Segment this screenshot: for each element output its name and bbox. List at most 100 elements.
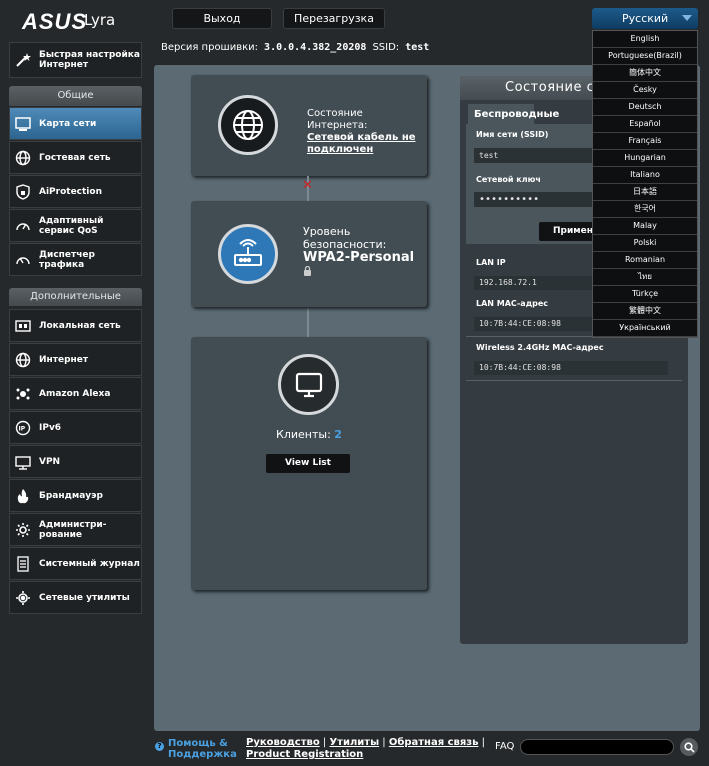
asus-logo: ASUS (22, 9, 88, 34)
ipv6-icon: IP (13, 418, 33, 438)
key-input[interactable]: •••••••••• (474, 192, 604, 207)
ssid-label: SSID: (372, 42, 400, 53)
lan-mac-label: LAN MAC-адрес (476, 299, 549, 308)
clients-card[interactable]: Клиенты: 2 View List (191, 337, 427, 590)
language-option[interactable]: Deutsch (593, 99, 697, 116)
faq-search-input[interactable] (520, 739, 674, 755)
svg-text:IP: IP (19, 425, 26, 432)
sidebar-item-label: Гостевая сеть (39, 152, 111, 163)
firmware-version: 3.0.0.4.382_20208 (264, 42, 367, 53)
footer-link-feedback[interactable]: Обратная связь (389, 737, 479, 748)
internet-status-card[interactable]: Состояние Интернета: Сетевой кабель не п… (191, 75, 427, 176)
sidebar-item-globe[interactable]: Гостевая сеть (9, 141, 142, 174)
key-field-label: Сетевой ключ (476, 175, 541, 184)
sidebar-item-label: Диспетчер трафика (39, 249, 95, 270)
search-button[interactable] (680, 738, 698, 756)
globe-icon (13, 350, 33, 370)
language-menu: English Portuguese(Brazil) 簡体中文 Česky Deutsc… (592, 30, 698, 338)
sidebar-item-label: Интернет (39, 354, 89, 365)
wand-icon (13, 50, 33, 70)
clients-count: 2 (334, 428, 342, 441)
security-label: Уровень безопасности: (303, 225, 387, 251)
sidebar-item-label: Администри-рование (39, 519, 107, 540)
sidebar-item-vpn[interactable]: VPN (9, 445, 142, 478)
sidebar-item-label: Amazon Alexa (39, 388, 111, 399)
sidebar-item-firewall[interactable]: Брандмауэр (9, 479, 142, 512)
wireless-mac-label: Wireless 2.4GHz MAC-адрес (476, 343, 604, 352)
sidebar-item-lan[interactable]: Локальная сеть (9, 309, 142, 342)
language-select[interactable]: Русский (592, 8, 698, 29)
help-line-2: Поддержка (168, 749, 237, 760)
sidebar-item-label: Брандмауэр (39, 490, 103, 501)
admin-icon (13, 520, 33, 540)
language-option[interactable]: Hungarian (593, 150, 697, 167)
firewall-icon (13, 486, 33, 506)
language-option[interactable]: ไทย (593, 269, 697, 286)
language-option[interactable]: English (593, 31, 697, 48)
logout-button[interactable]: Выход (172, 8, 272, 29)
sidebar-item-tools[interactable]: Сетевые утилиты (9, 581, 142, 614)
tab-wireless[interactable]: Беспроводные (468, 104, 559, 124)
ssid-value: test (405, 42, 430, 53)
language-option[interactable]: Malay (593, 218, 697, 235)
view-list-button[interactable]: View List (266, 454, 350, 473)
sidebar-item-speedometer[interactable]: Адаптивный сервис QoS (9, 209, 142, 242)
lock-icon (303, 265, 425, 279)
network-map-icon (13, 114, 33, 134)
clients-label: Клиенты: (276, 428, 331, 441)
language-option[interactable]: Français (593, 133, 697, 150)
sidebar-item-label: Сетевые утилиты (39, 592, 130, 603)
footer-link-manual[interactable]: Руководство (246, 737, 320, 748)
vpn-icon (13, 452, 33, 472)
wireless-mac-value: 10:7B:44:CE:08:98 (474, 361, 668, 375)
language-option[interactable]: Український (593, 320, 697, 337)
language-option[interactable]: 繁體中文 (593, 303, 697, 320)
sidebar-item-label: Системный журнал (39, 558, 140, 569)
footer-link-registration[interactable]: Product Registration (246, 749, 363, 760)
language-option[interactable]: Italiano (593, 167, 697, 184)
sidebar-item-log[interactable]: Системный журнал (9, 547, 142, 580)
internet-status-label: Состояние Интернета: (307, 108, 368, 131)
sidebar-item-ipv6[interactable]: IP IPv6 (9, 411, 142, 444)
sidebar-item-network-map[interactable]: Карта сети (9, 107, 142, 140)
sidebar-item-alexa[interactable]: Amazon Alexa (9, 377, 142, 410)
monitor-icon (278, 354, 339, 415)
sidebar-item-gauge[interactable]: Диспетчер трафика (9, 243, 142, 276)
language-option[interactable]: Romanian (593, 252, 697, 269)
sidebar-item-label: Адаптивный сервис QoS (39, 215, 104, 236)
language-option[interactable]: 한국어 (593, 201, 697, 218)
lan-icon (13, 316, 33, 336)
connector-line (307, 307, 309, 337)
firmware-info: Версия прошивки: 3.0.0.4.382_20208 SSID:… (161, 42, 429, 53)
language-option[interactable]: Polski (593, 235, 697, 252)
ssid-field-label: Имя сети (SSID) (476, 130, 549, 139)
language-option[interactable]: 日本語 (593, 184, 697, 201)
sidebar-item-admin[interactable]: Администри-рование (9, 513, 142, 546)
alexa-icon (13, 384, 33, 404)
sidebar-item-label: IPv6 (39, 422, 62, 433)
language-option[interactable]: Español (593, 116, 697, 133)
router-card[interactable]: Уровень безопасности: WPA2-Personal (191, 201, 427, 307)
sidebar-item-quick-setup[interactable]: Быстрая настройка Интернет (9, 42, 142, 78)
internet-status-link[interactable]: Сетевой кабель не подключен (307, 132, 419, 156)
faq-label: FAQ (495, 741, 515, 752)
advanced-section-title: Дополнительные настройки (9, 288, 142, 306)
log-icon (13, 554, 33, 574)
tools-icon (13, 588, 33, 608)
footer-link-utilities[interactable]: Утилиты (329, 737, 379, 748)
language-option[interactable]: Portuguese(Brazil) (593, 48, 697, 65)
language-option[interactable]: 簡体中文 (593, 65, 697, 82)
language-option[interactable]: Česky (593, 82, 697, 99)
model-name: Lyra (84, 11, 116, 29)
sidebar-item-shield-lock[interactable]: AiProtection (9, 175, 142, 208)
ssid-input[interactable]: test (474, 148, 604, 163)
general-section-title: Общие (9, 86, 142, 106)
language-option[interactable]: Türkçe (593, 286, 697, 303)
search-icon (683, 738, 695, 757)
firmware-label: Версия прошивки: (161, 42, 259, 53)
help-support-link[interactable]: Помощь & Поддержка (168, 738, 237, 760)
reboot-button[interactable]: Перезагрузка (283, 8, 385, 29)
sidebar-item-globe[interactable]: Интернет (9, 343, 142, 376)
sidebar-item-label: VPN (39, 456, 61, 467)
disconnect-x-icon: ✕ (302, 178, 313, 193)
